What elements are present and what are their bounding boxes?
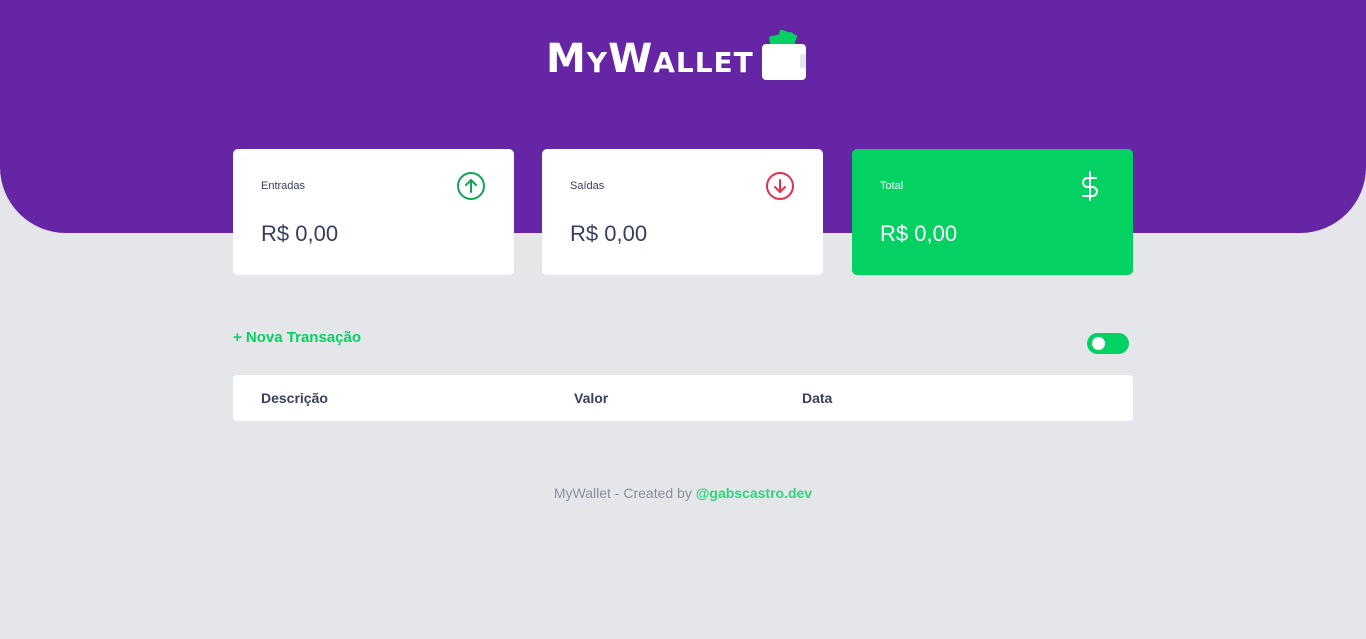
- expense-card: Saídas R$ 0,00: [542, 149, 823, 275]
- income-label: Entradas: [261, 180, 306, 192]
- new-transaction-button[interactable]: + Nova Transação: [233, 329, 361, 346]
- column-header-value: Valor: [574, 390, 609, 406]
- theme-toggle[interactable]: [1087, 333, 1129, 354]
- dollar-sign-icon: [1082, 171, 1098, 201]
- footer: MyWallet - Created by @gabscastro.dev: [0, 485, 1366, 501]
- total-card: Total R$ 0,00: [852, 149, 1133, 275]
- expense-label: Saídas: [570, 180, 605, 192]
- column-header-description: Descrição: [261, 390, 328, 406]
- wallet-icon: [761, 30, 806, 80]
- total-amount: R$ 0,00: [880, 221, 958, 246]
- total-label: Total: [880, 180, 904, 192]
- author-link[interactable]: @gabscastro.dev: [696, 485, 812, 501]
- column-header-date: Data: [802, 390, 833, 406]
- transactions-table: Descrição Valor Data: [233, 375, 1133, 421]
- income-card: Entradas R$ 0,00: [233, 149, 514, 275]
- logo-text: MyWallet: [546, 36, 754, 82]
- toggle-knob: [1092, 337, 1105, 350]
- income-amount: R$ 0,00: [261, 221, 339, 246]
- logo: MyWallet: [546, 28, 808, 86]
- expense-amount: R$ 0,00: [570, 221, 648, 246]
- arrow-up-circle-icon: [457, 172, 485, 200]
- arrow-down-circle-icon: [766, 172, 794, 200]
- footer-text: MyWallet - Created by: [553, 485, 696, 501]
